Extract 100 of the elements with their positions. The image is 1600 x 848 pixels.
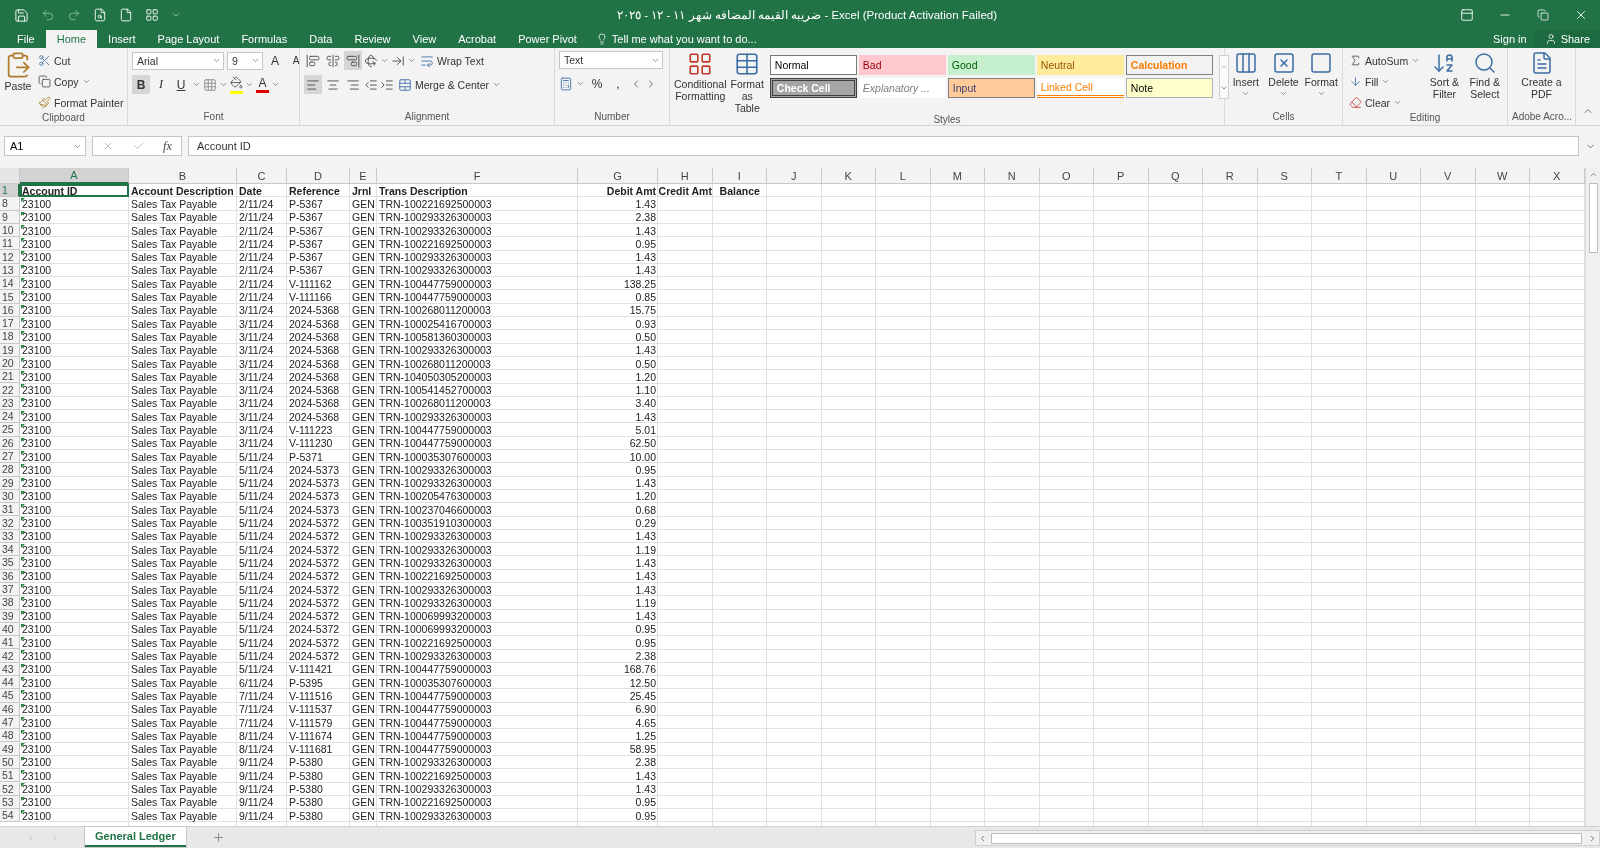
column-header[interactable]: M: [930, 168, 985, 184]
row-header[interactable]: 48: [0, 729, 20, 743]
restore-icon[interactable]: [1537, 9, 1549, 21]
align-left-icon[interactable]: [306, 77, 320, 92]
cells-button[interactable]: Format: [1304, 51, 1338, 111]
ribbon-tab[interactable]: Data: [298, 30, 344, 48]
scroll-thumb[interactable]: [991, 832, 1582, 844]
name-box[interactable]: A1: [4, 136, 86, 156]
share-button[interactable]: Share: [1534, 30, 1600, 48]
redo-icon[interactable]: [67, 8, 81, 22]
horizontal-scrollbar[interactable]: [975, 830, 1600, 846]
vertical-scrollbar[interactable]: [1585, 168, 1600, 826]
find-select-button[interactable]: Find & Select: [1466, 51, 1503, 112]
copy-button[interactable]: Copy: [36, 72, 126, 91]
align-top-icon[interactable]: [306, 53, 320, 68]
row-header[interactable]: 35: [0, 556, 20, 570]
italic-button[interactable]: I: [152, 75, 170, 94]
close-icon[interactable]: [1574, 8, 1588, 22]
ribbon-display-icon[interactable]: [1460, 8, 1474, 22]
text-direction-icon[interactable]: [391, 53, 405, 68]
gallery-scroll[interactable]: [1218, 55, 1229, 99]
sort-filter-button[interactable]: Sort & Filter: [1426, 51, 1463, 112]
formula-field[interactable]: Account ID: [188, 136, 1579, 156]
row-header[interactable]: 14: [0, 277, 20, 291]
ribbon-tab[interactable]: View: [401, 30, 448, 48]
column-header[interactable]: O: [1039, 168, 1094, 184]
align-bottom-icon[interactable]: [346, 53, 360, 68]
row-header[interactable]: 15: [0, 290, 20, 304]
font-color-button[interactable]: A: [256, 76, 269, 93]
customize-icon[interactable]: [171, 10, 181, 20]
ribbon-tab[interactable]: Insert: [97, 30, 147, 48]
shrink-font-button[interactable]: A: [287, 51, 305, 70]
cell-style[interactable]: Note: [1125, 78, 1213, 98]
number-format-field[interactable]: Text: [559, 51, 663, 69]
row-header[interactable]: 51: [0, 769, 20, 783]
decrease-indent-icon[interactable]: [364, 77, 378, 92]
cell-style[interactable]: Normal: [769, 55, 857, 75]
percent-button[interactable]: %: [588, 74, 606, 93]
wrap-text-button[interactable]: Wrap Text: [418, 51, 486, 70]
cell-style[interactable]: Bad: [858, 55, 946, 75]
column-header[interactable]: U: [1366, 168, 1421, 184]
column-header[interactable]: L: [876, 168, 931, 184]
merge-center-button[interactable]: Merge & Center: [396, 75, 504, 94]
clear-button[interactable]: Clear: [1347, 93, 1423, 112]
autosum-button[interactable]: AutoSum: [1347, 51, 1423, 70]
column-header[interactable]: C: [237, 168, 287, 184]
cell-style[interactable]: Input: [947, 78, 1035, 98]
fill-button[interactable]: Fill: [1347, 72, 1423, 91]
row-header[interactable]: 34: [0, 543, 20, 557]
ribbon-tab[interactable]: Power Pivot: [507, 30, 588, 48]
column-header[interactable]: K: [821, 168, 876, 184]
orientation-icon[interactable]: [364, 53, 378, 68]
add-sheet-icon[interactable]: [211, 831, 225, 844]
row-header[interactable]: 49: [0, 742, 20, 756]
comma-button[interactable]: ,: [609, 74, 627, 93]
row-header[interactable]: 11: [0, 237, 20, 251]
column-header[interactable]: D: [287, 168, 350, 184]
scroll-up-icon[interactable]: [1588, 170, 1598, 179]
font-name-field[interactable]: Arial: [132, 51, 224, 70]
align-right-icon[interactable]: [346, 77, 360, 92]
fill-bucket-icon[interactable]: [230, 75, 243, 89]
column-header[interactable]: E: [350, 168, 377, 184]
scroll-thumb[interactable]: [1588, 183, 1598, 253]
cell-style[interactable]: Explanatory ...: [858, 78, 946, 98]
insert-function-button[interactable]: fx: [163, 138, 172, 154]
tell-me-search[interactable]: Tell me what you want to do...: [587, 30, 765, 48]
column-header[interactable]: R: [1203, 168, 1258, 184]
currency-icon[interactable]: [559, 76, 573, 91]
column-header[interactable]: I: [712, 168, 767, 184]
column-header[interactable]: Q: [1148, 168, 1203, 184]
row-header[interactable]: 41: [0, 636, 20, 650]
ribbon-tab[interactable]: Review: [343, 30, 402, 48]
ribbon-tab[interactable]: Home: [45, 30, 98, 48]
column-header[interactable]: V: [1421, 168, 1476, 184]
row-header[interactable]: 25: [0, 423, 20, 437]
scroll-right-icon[interactable]: [1588, 833, 1597, 843]
align-middle-icon[interactable]: [326, 53, 340, 68]
cut-button[interactable]: Cut: [36, 51, 126, 70]
save-icon[interactable]: [14, 7, 29, 23]
sign-in-link[interactable]: Sign in: [1485, 30, 1535, 48]
scroll-left-icon[interactable]: [978, 833, 987, 843]
column-header[interactable]: B: [129, 168, 237, 184]
row-header[interactable]: 45: [0, 689, 20, 703]
undo-icon[interactable]: [41, 8, 55, 22]
row-header[interactable]: 38: [0, 596, 20, 610]
row-header[interactable]: 32: [0, 516, 20, 530]
select-all-corner[interactable]: [0, 168, 20, 184]
column-header[interactable]: G: [578, 168, 658, 184]
paste-button[interactable]: Paste: [4, 51, 32, 112]
row-header[interactable]: 12: [0, 250, 20, 264]
ribbon-tab[interactable]: Acrobat: [447, 30, 508, 48]
row-header[interactable]: 28: [0, 463, 20, 477]
enter-icon[interactable]: [132, 140, 145, 152]
row-header[interactable]: 52: [0, 782, 20, 796]
borders-icon[interactable]: [203, 77, 217, 92]
conditional-formatting-button[interactable]: Conditional Formatting: [674, 51, 727, 114]
column-header[interactable]: P: [1094, 168, 1149, 184]
column-header[interactable]: N: [985, 168, 1040, 184]
column-header[interactable]: T: [1312, 168, 1367, 184]
print-preview-icon[interactable]: [93, 8, 107, 22]
